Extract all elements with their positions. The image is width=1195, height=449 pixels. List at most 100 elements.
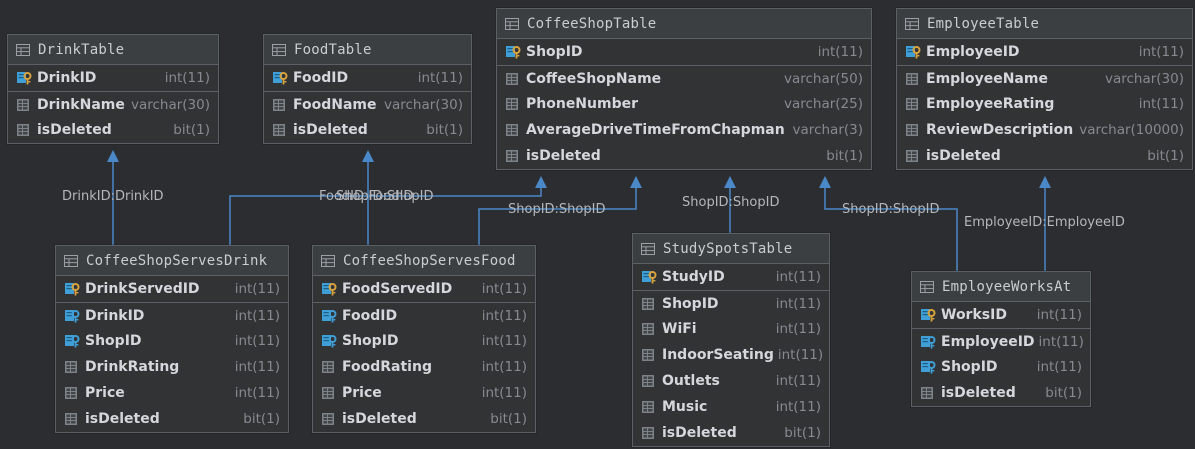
column-type: varchar(3) [792,122,863,139]
column-row[interactable]: EmployeeRating int(11) [897,92,1192,118]
coffeeshop-table[interactable]: CoffeeShopTable ShopID int(11) CoffeeShopNa… [496,8,872,170]
column-row[interactable]: Music int(11) [633,394,829,420]
edge-label-drink-shop-fk: ShopID:ShopID [336,189,434,204]
arrowhead-coffeeshop-2 [630,176,642,188]
column-name: DrinkID [85,307,145,324]
column-row[interactable]: FoodName varchar(30) [264,92,471,118]
column-row[interactable]: Price int(11) [56,380,288,406]
column-row[interactable]: isDeleted bit(1) [912,380,1090,406]
column-row[interactable]: PhoneNumber varchar(25) [497,92,871,118]
column-type: int(11) [164,69,210,86]
column-row[interactable]: Price int(11) [313,380,535,406]
coffeeshop-serves-food-table[interactable]: CoffeeShopServesFood FoodServedID int(11) F… [312,245,536,433]
column-row[interactable]: ShopID int(11) [633,291,829,317]
column-name: Music [662,398,708,415]
column-row[interactable]: DrinkID int(11) [56,303,288,329]
column-row[interactable]: CoffeeShopName varchar(50) [497,66,871,92]
drink-table[interactable]: DrinkTable DrinkID int(11) DrinkName varchar… [7,34,219,145]
column-icon [272,98,293,112]
column-type: int(11) [234,307,280,324]
column-type: int(11) [481,307,527,324]
column-icon [505,149,526,163]
food-table[interactable]: FoodTable FoodID int(11) FoodName varchar(30… [263,34,472,145]
table-icon [641,242,663,255]
column-row[interactable]: ShopID int(11) [912,355,1090,381]
table-icon [505,17,527,30]
column-row[interactable]: ReviewDescription varchar(10000) [897,117,1192,143]
edge-label-food-shop-fk: ShopID:ShopID [508,202,606,217]
column-icon [641,374,662,388]
column-row[interactable]: DrinkName varchar(30) [8,92,218,118]
column-row[interactable]: FoodServedID int(11) [313,276,535,302]
table-header[interactable]: FoodTable [264,35,471,65]
column-type: bit(1) [490,410,527,427]
column-row[interactable]: FoodID int(11) [264,65,471,91]
primary-key-icon [16,71,37,85]
column-row[interactable]: EmployeeID int(11) [897,39,1192,65]
column-icon [64,386,85,400]
arrowhead-coffeeshop-3 [724,176,736,188]
column-row[interactable]: ShopID int(11) [313,329,535,355]
coffeeshop-serves-drink-table[interactable]: CoffeeShopServesDrink DrinkServedID int(11… [55,245,289,433]
columns-section: FoodName varchar(30) isDeleted bit(1) [264,92,471,144]
employee-works-at-table[interactable]: EmployeeWorksAt WorksID int(11) EmployeeID i… [911,271,1091,408]
column-row[interactable]: DrinkRating int(11) [56,354,288,380]
employee-table[interactable]: EmployeeTable EmployeeID int(11) EmployeeNa… [896,8,1193,170]
foreign-key-icon [321,309,342,323]
column-row[interactable]: StudyID int(11) [633,264,829,290]
edge-label-study-shop-fk: ShopID:ShopID [682,195,780,210]
column-row[interactable]: EmployeeID int(11) [912,329,1090,355]
column-row[interactable]: ShopID int(11) [56,329,288,355]
table-header[interactable]: CoffeeShopServesFood [313,246,535,276]
column-row[interactable]: isDeleted bit(1) [56,406,288,432]
column-icon [905,97,926,111]
column-row[interactable]: Outlets int(11) [633,368,829,394]
arrowhead-coffeeshop-4 [819,176,831,188]
columns-section: DrinkName varchar(30) isDeleted bit(1) [8,92,218,144]
table-icon [920,280,942,293]
table-header[interactable]: StudySpotsTable [633,234,829,264]
columns-section: CoffeeShopName varchar(50) PhoneNumber varc… [497,66,871,169]
column-name: CoffeeShopName [526,70,662,87]
column-type: int(11) [234,333,280,350]
table-header[interactable]: EmployeeTable [897,9,1192,39]
column-row[interactable]: ShopID int(11) [497,39,871,65]
table-header[interactable]: CoffeeShopTable [497,9,871,39]
column-row[interactable]: isDeleted bit(1) [313,406,535,432]
table-name: EmployeeTable [927,15,1040,32]
column-row[interactable]: DrinkServedID int(11) [56,276,288,302]
columns-section: EmployeeID int(11) ShopID int(11) isDeleted b… [912,329,1090,406]
column-row[interactable]: WiFi int(11) [633,317,829,343]
column-type: varchar(50) [783,70,863,87]
study-spots-table[interactable]: StudySpotsTable StudyID int(11) ShopID int(1… [632,233,830,447]
primary-key-section: FoodServedID int(11) [313,276,535,303]
column-row[interactable]: EmployeeName varchar(30) [897,66,1192,92]
column-name: ShopID [85,333,142,350]
arrowhead-employee [1039,176,1051,188]
column-row[interactable]: isDeleted bit(1) [264,118,471,144]
column-row[interactable]: IndoorSeating int(11) [633,342,829,368]
column-row[interactable]: isDeleted bit(1) [497,143,871,169]
column-row[interactable]: isDeleted bit(1) [8,118,218,144]
column-name: Price [342,385,382,402]
columns-section: DrinkID int(11) ShopID int(11) DrinkRating in… [56,303,288,432]
column-row[interactable]: AverageDriveTimeFromChapman varchar(3) [497,117,871,143]
column-row[interactable]: isDeleted bit(1) [897,143,1192,169]
column-name: WiFi [662,321,697,338]
column-name: ReviewDescription [926,122,1074,139]
column-row[interactable]: WorksID int(11) [912,302,1090,328]
column-type: int(11) [1036,306,1082,323]
column-name: FoodName [293,96,377,113]
table-header[interactable]: EmployeeWorksAt [912,272,1090,302]
column-row[interactable]: FoodID int(11) [313,303,535,329]
column-name: isDeleted [941,385,1016,402]
table-header[interactable]: CoffeeShopServesDrink [56,246,288,276]
column-row[interactable]: FoodRating int(11) [313,354,535,380]
column-row[interactable]: isDeleted bit(1) [633,420,829,446]
columns-section: EmployeeName varchar(30) EmployeeRating int… [897,66,1192,169]
table-header[interactable]: DrinkTable [8,35,218,65]
column-type: bit(1) [826,148,863,165]
column-row[interactable]: DrinkID int(11) [8,65,218,91]
column-icon [641,322,662,336]
foreign-key-icon [64,334,85,348]
